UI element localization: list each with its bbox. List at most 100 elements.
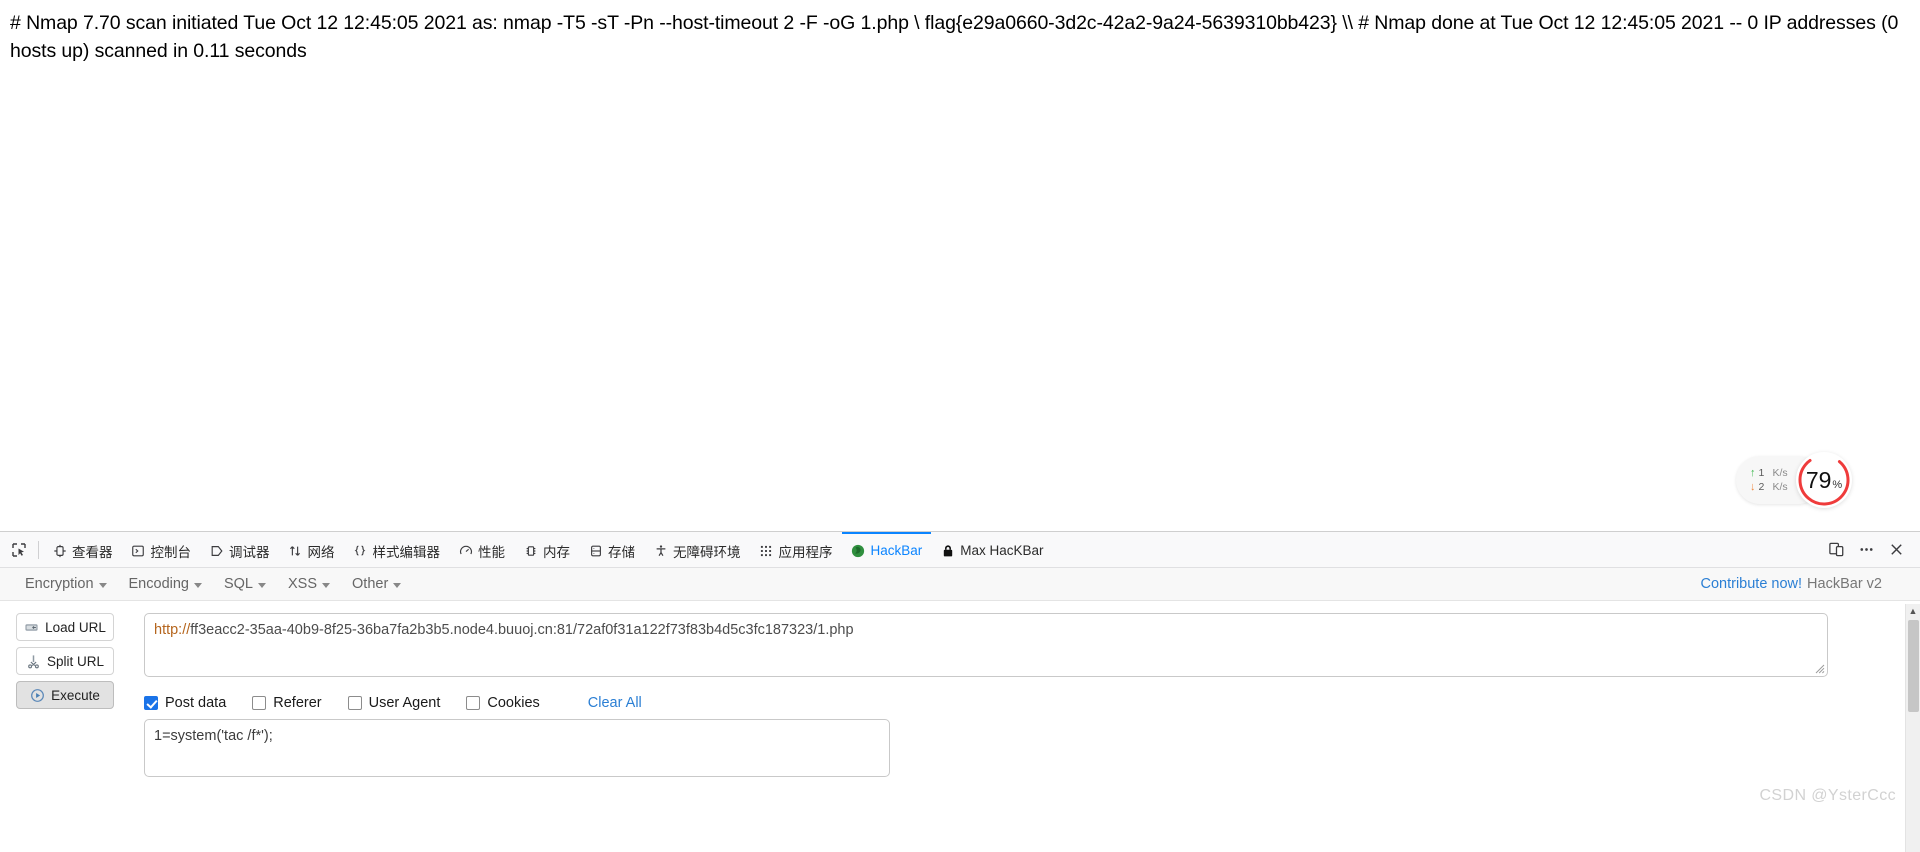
tab-label: 性能 — [478, 544, 505, 560]
tab-hackbar[interactable]: HackBar — [841, 532, 932, 567]
load-url-icon — [24, 620, 39, 635]
tab-label: HackBar — [870, 543, 923, 558]
hackbar-action-buttons: Load URL Split URL Execute — [16, 613, 114, 715]
hackbar-menubar: Encryption Encoding SQL XSS Other Contri… — [0, 568, 1920, 601]
accessibility-icon — [653, 543, 668, 558]
tab-accessibility[interactable]: 无障碍环境 — [644, 532, 750, 567]
tab-label: 调试器 — [229, 544, 270, 560]
menu-label: Encoding — [128, 576, 189, 592]
more-options-icon[interactable] — [1852, 536, 1880, 564]
menu-encryption[interactable]: Encryption — [14, 576, 118, 592]
button-label: Split URL — [46, 653, 105, 669]
browser-viewport: # Nmap 7.70 scan initiated Tue Oct 12 12… — [0, 0, 1920, 531]
upload-speed-unit: K/s — [1772, 467, 1788, 479]
download-speed-row: ↓ 2 K/s — [1750, 480, 1788, 494]
checkbox-box[interactable] — [347, 696, 362, 710]
upload-speed-row: ↑ 1 K/s — [1750, 466, 1788, 480]
tab-style-editor[interactable]: 样式编辑器 — [344, 532, 450, 567]
checkbox-referer[interactable]: Referer — [252, 695, 322, 711]
download-speed-unit: K/s — [1772, 481, 1788, 493]
tab-label: 应用程序 — [778, 544, 833, 560]
application-icon — [759, 543, 774, 558]
console-icon — [131, 543, 146, 558]
hackbar-options-row: Post data Referer User Agent Cookies Cle… — [144, 693, 642, 713]
button-label: Execute — [51, 687, 100, 703]
tab-storage[interactable]: 存储 — [579, 532, 644, 567]
close-devtools-icon[interactable] — [1882, 536, 1910, 564]
checkbox-post-data[interactable]: Post data — [144, 695, 226, 711]
menu-xss[interactable]: XSS — [277, 576, 341, 592]
checkbox-label: Cookies — [487, 695, 540, 711]
tab-label: 内存 — [543, 544, 570, 560]
chevron-down-icon — [98, 582, 107, 588]
checkbox-label: Post data — [165, 695, 227, 711]
usage-percent-value: 79 — [1805, 466, 1832, 493]
contribute-link[interactable]: Contribute now! — [1700, 576, 1802, 592]
url-input[interactable]: http://ff3eacc2-35aa-40b9-8f25-36ba7fa2b… — [144, 613, 1828, 677]
menu-label: Encryption — [25, 576, 94, 592]
chevron-down-icon — [193, 582, 202, 588]
post-data-input[interactable]: 1=system('tac /f*'); — [144, 719, 890, 777]
tab-debugger[interactable]: 调试器 — [200, 532, 279, 567]
inspector-icon — [52, 543, 67, 558]
download-speed-value: 2 — [1758, 481, 1765, 493]
cpu-usage-ring[interactable]: 79 % — [1796, 452, 1852, 508]
menu-encoding[interactable]: Encoding — [118, 576, 213, 592]
scrollbar-up-arrow[interactable]: ▲ — [1906, 604, 1920, 618]
menu-label: SQL — [223, 576, 253, 592]
style-editor-icon — [353, 543, 368, 558]
devtools-panel: 查看器 控制台 调试器 网络 样式编辑器 性能 内存 存储 无障碍环境 应用程序… — [0, 531, 1920, 852]
split-url-icon — [26, 654, 41, 669]
devtools-tabbar-controls — [1822, 532, 1920, 567]
tab-application[interactable]: 应用程序 — [750, 532, 842, 567]
menu-sql[interactable]: SQL — [213, 576, 277, 592]
responsive-design-mode-icon[interactable] — [1822, 536, 1850, 564]
tab-performance[interactable]: 性能 — [449, 532, 514, 567]
hackbar-version-label: HackBar v2 — [1807, 576, 1882, 592]
tab-label: 存储 — [608, 544, 635, 560]
hackbar-icon — [851, 543, 866, 558]
element-picker-icon[interactable] — [4, 532, 34, 567]
tabbar-divider — [38, 540, 39, 559]
debugger-icon — [209, 543, 224, 558]
scrollbar-thumb[interactable] — [1908, 620, 1919, 712]
menu-label: Other — [352, 576, 389, 592]
checkbox-label: Referer — [273, 695, 322, 711]
checkbox-cookies[interactable]: Cookies — [466, 695, 540, 711]
load-url-button[interactable]: Load URL — [16, 613, 114, 641]
chevron-down-icon — [258, 582, 266, 588]
tab-label: Max HacKBar — [960, 543, 1044, 558]
devtools-tabbar: 查看器 控制台 调试器 网络 样式编辑器 性能 内存 存储 无障碍环境 应用程序… — [0, 532, 1920, 568]
button-label: Load URL — [45, 619, 106, 635]
tab-label: 无障碍环境 — [673, 544, 741, 560]
padlock-icon — [940, 543, 955, 558]
upload-speed-value: 1 — [1758, 467, 1765, 479]
url-scheme: http:// — [154, 622, 191, 638]
checkbox-box[interactable] — [252, 696, 267, 710]
tab-label: 控制台 — [150, 544, 192, 560]
clear-all-link[interactable]: Clear All — [588, 695, 642, 711]
execute-icon — [30, 688, 45, 703]
tab-inspector[interactable]: 查看器 — [43, 532, 122, 567]
checkbox-label: User Agent — [368, 695, 441, 711]
menu-other[interactable]: Other — [341, 576, 412, 592]
checkbox-box[interactable] — [144, 696, 158, 710]
tab-label: 网络 — [307, 544, 335, 560]
performance-icon — [458, 543, 473, 558]
tab-console[interactable]: 控制台 — [122, 532, 201, 567]
usage-percent-symbol: % — [1832, 478, 1843, 491]
tab-network[interactable]: 网络 — [279, 532, 344, 567]
tab-max-hackbar[interactable]: Max HacKBar — [931, 532, 1052, 567]
url-input-resize-grip[interactable] — [1812, 661, 1825, 674]
checkbox-box[interactable] — [466, 696, 481, 710]
usage-percent: 79 % — [1805, 466, 1843, 493]
chevron-down-icon — [322, 582, 331, 588]
tab-label: 查看器 — [72, 544, 113, 560]
chevron-down-icon — [393, 582, 402, 588]
storage-icon — [588, 543, 603, 558]
execute-button[interactable]: Execute — [16, 681, 114, 709]
tab-memory[interactable]: 内存 — [514, 532, 579, 567]
checkbox-user-agent[interactable]: User Agent — [347, 695, 441, 711]
network-speed-widget[interactable]: ↑ 1 K/s ↓ 2 K/s 79 % — [1736, 452, 1852, 508]
split-url-button[interactable]: Split URL — [16, 647, 114, 675]
